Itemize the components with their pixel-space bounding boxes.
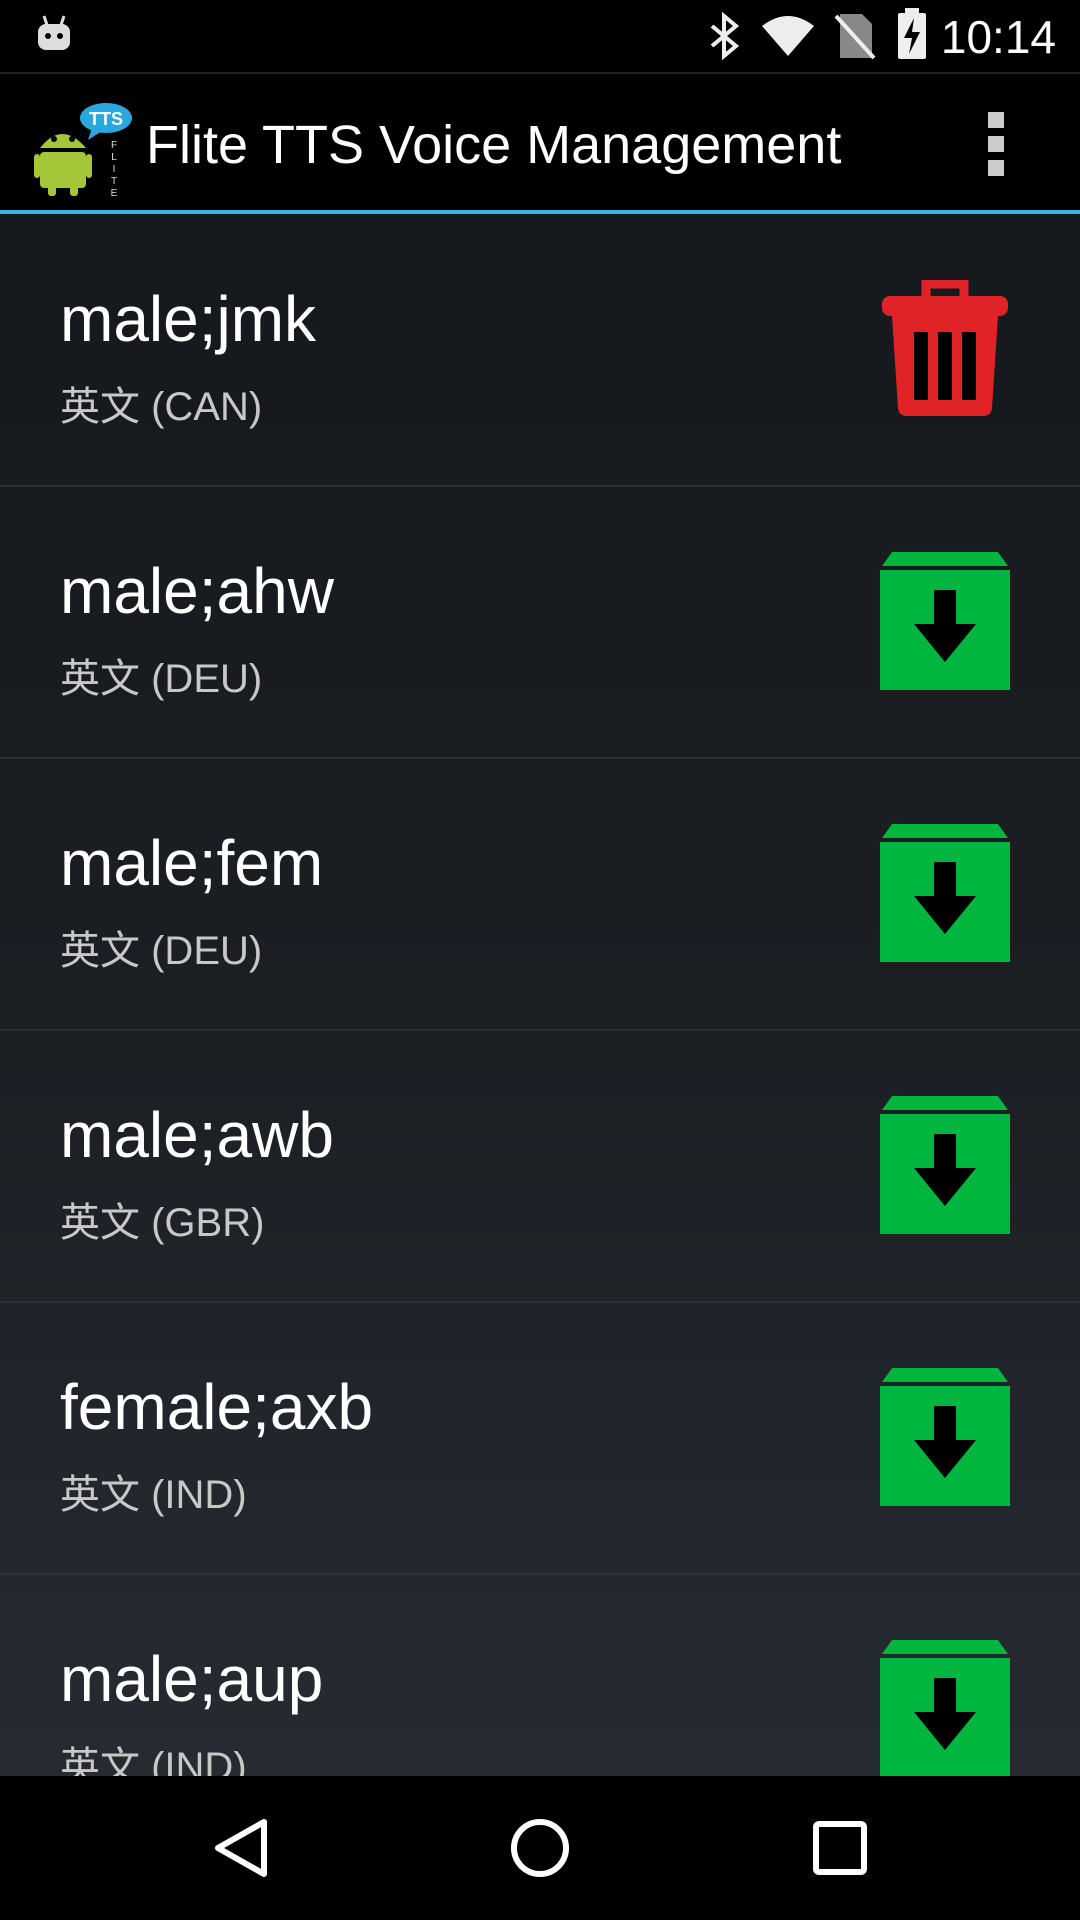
voice-language: 英文 (DEU) <box>60 657 263 701</box>
android-notification-icon <box>38 15 70 50</box>
download-voice-button[interactable] <box>874 1638 1016 1776</box>
voice-language: 英文 (DEU) <box>60 929 263 973</box>
voice-name: male;fem <box>60 827 324 899</box>
voice-name: male;aup <box>60 1643 324 1715</box>
voice-list[interactable]: male;jmk 英文 (CAN) male;ahw 英文 (DEU) male… <box>0 214 1080 1776</box>
home-icon[interactable] <box>508 1816 572 1880</box>
voice-name: male;ahw <box>60 555 334 627</box>
navigation-bar <box>0 1776 1080 1920</box>
status-time: 10:14 <box>940 11 1056 63</box>
svg-text:E: E <box>111 188 118 196</box>
battery-charging-icon <box>898 8 926 59</box>
svg-text:L: L <box>111 152 117 163</box>
overflow-menu-icon[interactable] <box>966 104 1026 184</box>
trash-icon <box>882 280 1008 416</box>
app-title: Flite TTS Voice Management <box>146 115 842 175</box>
voice-language: 英文 (IND) <box>60 1745 247 1776</box>
download-voice-button[interactable] <box>874 1366 1016 1508</box>
voice-language: 英文 (IND) <box>60 1473 247 1517</box>
svg-text:I: I <box>113 164 116 175</box>
voice-language: 英文 (GBR) <box>60 1201 265 1245</box>
voice-row[interactable]: male;aup 英文 (IND) <box>0 1574 1080 1776</box>
voice-language: 英文 (CAN) <box>60 385 263 429</box>
voice-row[interactable]: male;awb 英文 (GBR) <box>0 1030 1080 1303</box>
flite-tts-app-icon[interactable]: TTS F L I T E <box>34 102 134 196</box>
wifi-icon <box>762 16 814 56</box>
no-sim-icon <box>834 14 876 60</box>
download-voice-button[interactable] <box>874 822 1016 964</box>
download-icon <box>880 824 1010 962</box>
download-voice-button[interactable] <box>874 1094 1016 1236</box>
voice-name: female;axb <box>60 1371 374 1443</box>
voice-name: male;awb <box>60 1099 334 1171</box>
recents-icon[interactable] <box>808 1816 872 1880</box>
voice-row[interactable]: male;fem 英文 (DEU) <box>0 758 1080 1031</box>
voice-name: male;jmk <box>60 283 317 355</box>
back-icon[interactable] <box>210 1816 274 1880</box>
bluetooth-icon <box>710 12 740 60</box>
download-icon <box>880 1096 1010 1234</box>
status-bar: 10:14 <box>0 0 1080 72</box>
voice-row[interactable]: male;jmk 英文 (CAN) <box>0 214 1080 487</box>
download-voice-button[interactable] <box>874 550 1016 692</box>
download-icon <box>880 1640 1010 1776</box>
action-bar: TTS F L I T E Flite TTS Voice Management <box>0 72 1080 216</box>
delete-voice-button[interactable] <box>874 278 1016 420</box>
voice-row[interactable]: female;axb 英文 (IND) <box>0 1302 1080 1575</box>
svg-text:T: T <box>111 176 117 187</box>
voice-row[interactable]: male;ahw 英文 (DEU) <box>0 486 1080 759</box>
download-icon <box>880 552 1010 690</box>
download-icon <box>880 1368 1010 1506</box>
app-icon-tts-text: TTS <box>89 109 123 129</box>
svg-text:F: F <box>111 140 117 151</box>
